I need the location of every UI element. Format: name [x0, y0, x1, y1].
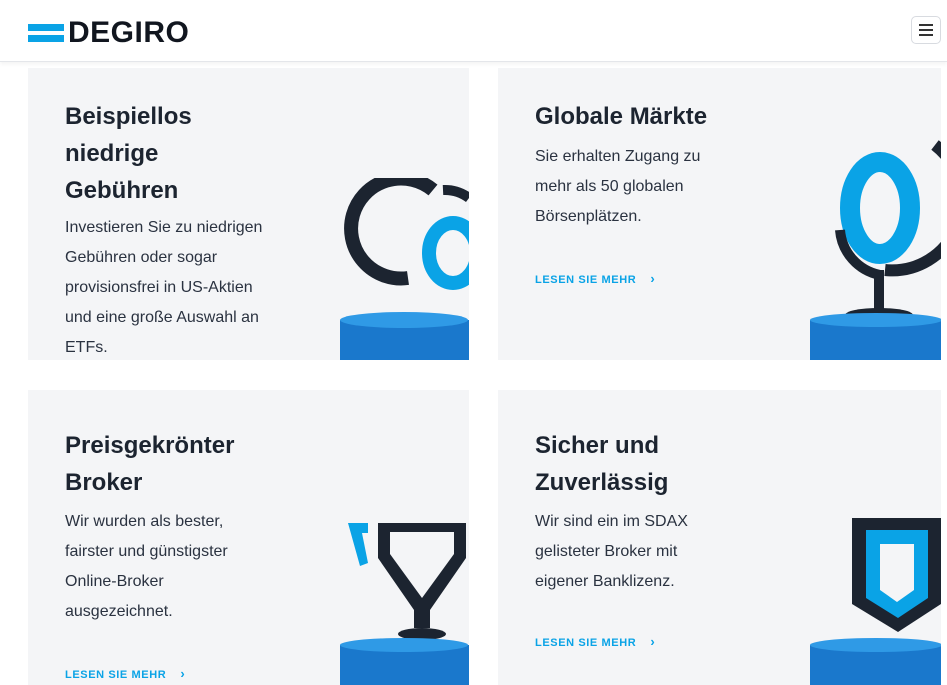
card-description: Sie erhalten Zugang zu mehr als 50 globa… [535, 148, 701, 225]
read-more-link[interactable]: LESEN SIE MEHR › [535, 271, 655, 286]
degiro-logo[interactable]: DEGIRO [28, 18, 189, 48]
feature-card-fees: Beispiellos niedrige Gebühren Investiere… [28, 68, 469, 360]
site-header: DEGIRO [0, 0, 947, 62]
trophy-illustration-icon [340, 523, 469, 685]
card-description: Wir wurden als bester, fairster und güns… [65, 513, 228, 620]
feature-card-global-markets: Globale Märkte Sie erhalten Zugang zu me… [498, 68, 941, 360]
hamburger-menu-button[interactable] [911, 16, 941, 44]
card-title: Globale Märkte [535, 103, 708, 130]
chevron-right-icon: › [650, 634, 656, 649]
globe-illustration-icon [810, 140, 941, 360]
logo-mark-icon [28, 24, 64, 42]
feature-card-security: Sicher und Zuverlässig Wir sind ein im S… [498, 390, 941, 685]
shield-illustration-icon [810, 518, 941, 685]
card-description: Investieren Sie zu niedrigen Gebühren od… [65, 219, 263, 356]
card-title: Sicher und Zuverlässig [535, 432, 669, 496]
feature-card-award: Preisgekrönter Broker Wir wurden als bes… [28, 390, 469, 685]
hamburger-icon [919, 24, 933, 26]
read-more-link[interactable]: LESEN SIE MEHR › [65, 666, 185, 681]
card-title: Preisgekrönter Broker [65, 432, 235, 496]
chevron-right-icon: › [180, 666, 186, 681]
card-description: Wir sind ein im SDAX gelisteter Broker m… [535, 513, 688, 590]
coins-illustration-icon [340, 178, 469, 360]
card-title: Beispiellos niedrige Gebühren [65, 103, 192, 204]
chevron-right-icon: › [650, 271, 656, 286]
read-more-link[interactable]: LESEN SIE MEHR › [535, 634, 655, 649]
logo-text: DEGIRO [68, 16, 190, 49]
